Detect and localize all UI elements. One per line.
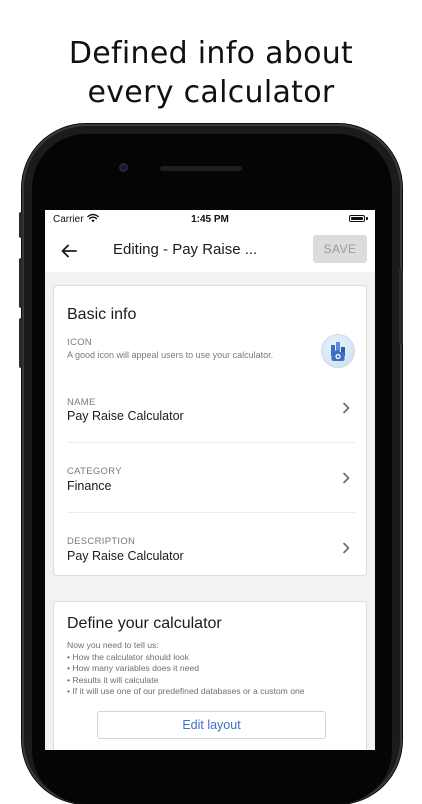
arrow-left-icon[interactable] <box>59 241 79 261</box>
edit-layout-button[interactable]: Edit layout <box>97 711 326 739</box>
instruction-item: • How many variables does it need <box>67 663 199 674</box>
phone-power-button <box>399 268 403 344</box>
status-bar: Carrier 1:45 PM <box>45 210 375 230</box>
category-field-value: Finance <box>67 479 112 493</box>
chevron-right-icon <box>343 472 350 484</box>
calculator-chart-camera-icon[interactable] <box>322 335 354 367</box>
define-calculator-title: Define your calculator <box>67 615 222 632</box>
front-camera <box>119 163 128 172</box>
promo-headline: Defined info about every calculator <box>0 34 422 112</box>
instruction-item: • How the calculator should look <box>67 651 189 662</box>
battery-full-icon <box>349 215 365 222</box>
chevron-right-icon <box>343 402 350 414</box>
phone-volume-up-button <box>19 258 23 308</box>
name-field-label: NAME <box>67 397 96 408</box>
earpiece-speaker <box>160 166 242 171</box>
calculator-icon-graphic <box>331 342 345 361</box>
status-time: 1:45 PM <box>191 214 229 225</box>
app-bar: Editing - Pay Raise ... SAVE <box>45 230 375 272</box>
phone-mute-switch <box>19 212 23 238</box>
icon-field-label: ICON <box>67 337 92 348</box>
instruction-item: • Results it will calculate <box>67 674 159 685</box>
divider <box>67 512 355 513</box>
divider <box>67 442 355 443</box>
instructions-intro: Now you need to tell us: <box>67 640 159 650</box>
save-button[interactable]: SAVE <box>313 235 367 263</box>
basic-info-card: Basic info ICON A good icon will appeal … <box>53 285 367 576</box>
instruction-item: • If it will use one of our predefined d… <box>67 686 305 697</box>
basic-info-title: Basic info <box>67 306 137 323</box>
description-field-value: Pay Raise Calculator <box>67 549 184 563</box>
headline-line-1: Defined info about <box>68 36 354 71</box>
app-screen: Carrier 1:45 PM Editing - Pay Raise ... … <box>45 210 375 750</box>
phone-volume-down-button <box>19 318 23 368</box>
category-field-label: CATEGORY <box>67 466 122 477</box>
page-title: Editing - Pay Raise ... <box>113 241 258 258</box>
description-field-label: DESCRIPTION <box>67 536 136 547</box>
name-field-value: Pay Raise Calculator <box>67 409 184 423</box>
headline-line-2: every calculator <box>87 75 335 110</box>
battery-cap <box>366 217 368 220</box>
define-calculator-card: Define your calculator Now you need to t… <box>53 601 367 750</box>
icon-field-hint: A good icon will appeal users to use you… <box>67 350 274 360</box>
define-calculator-instructions: Now you need to tell us: • How the calcu… <box>67 640 305 698</box>
chevron-right-icon <box>343 542 350 554</box>
